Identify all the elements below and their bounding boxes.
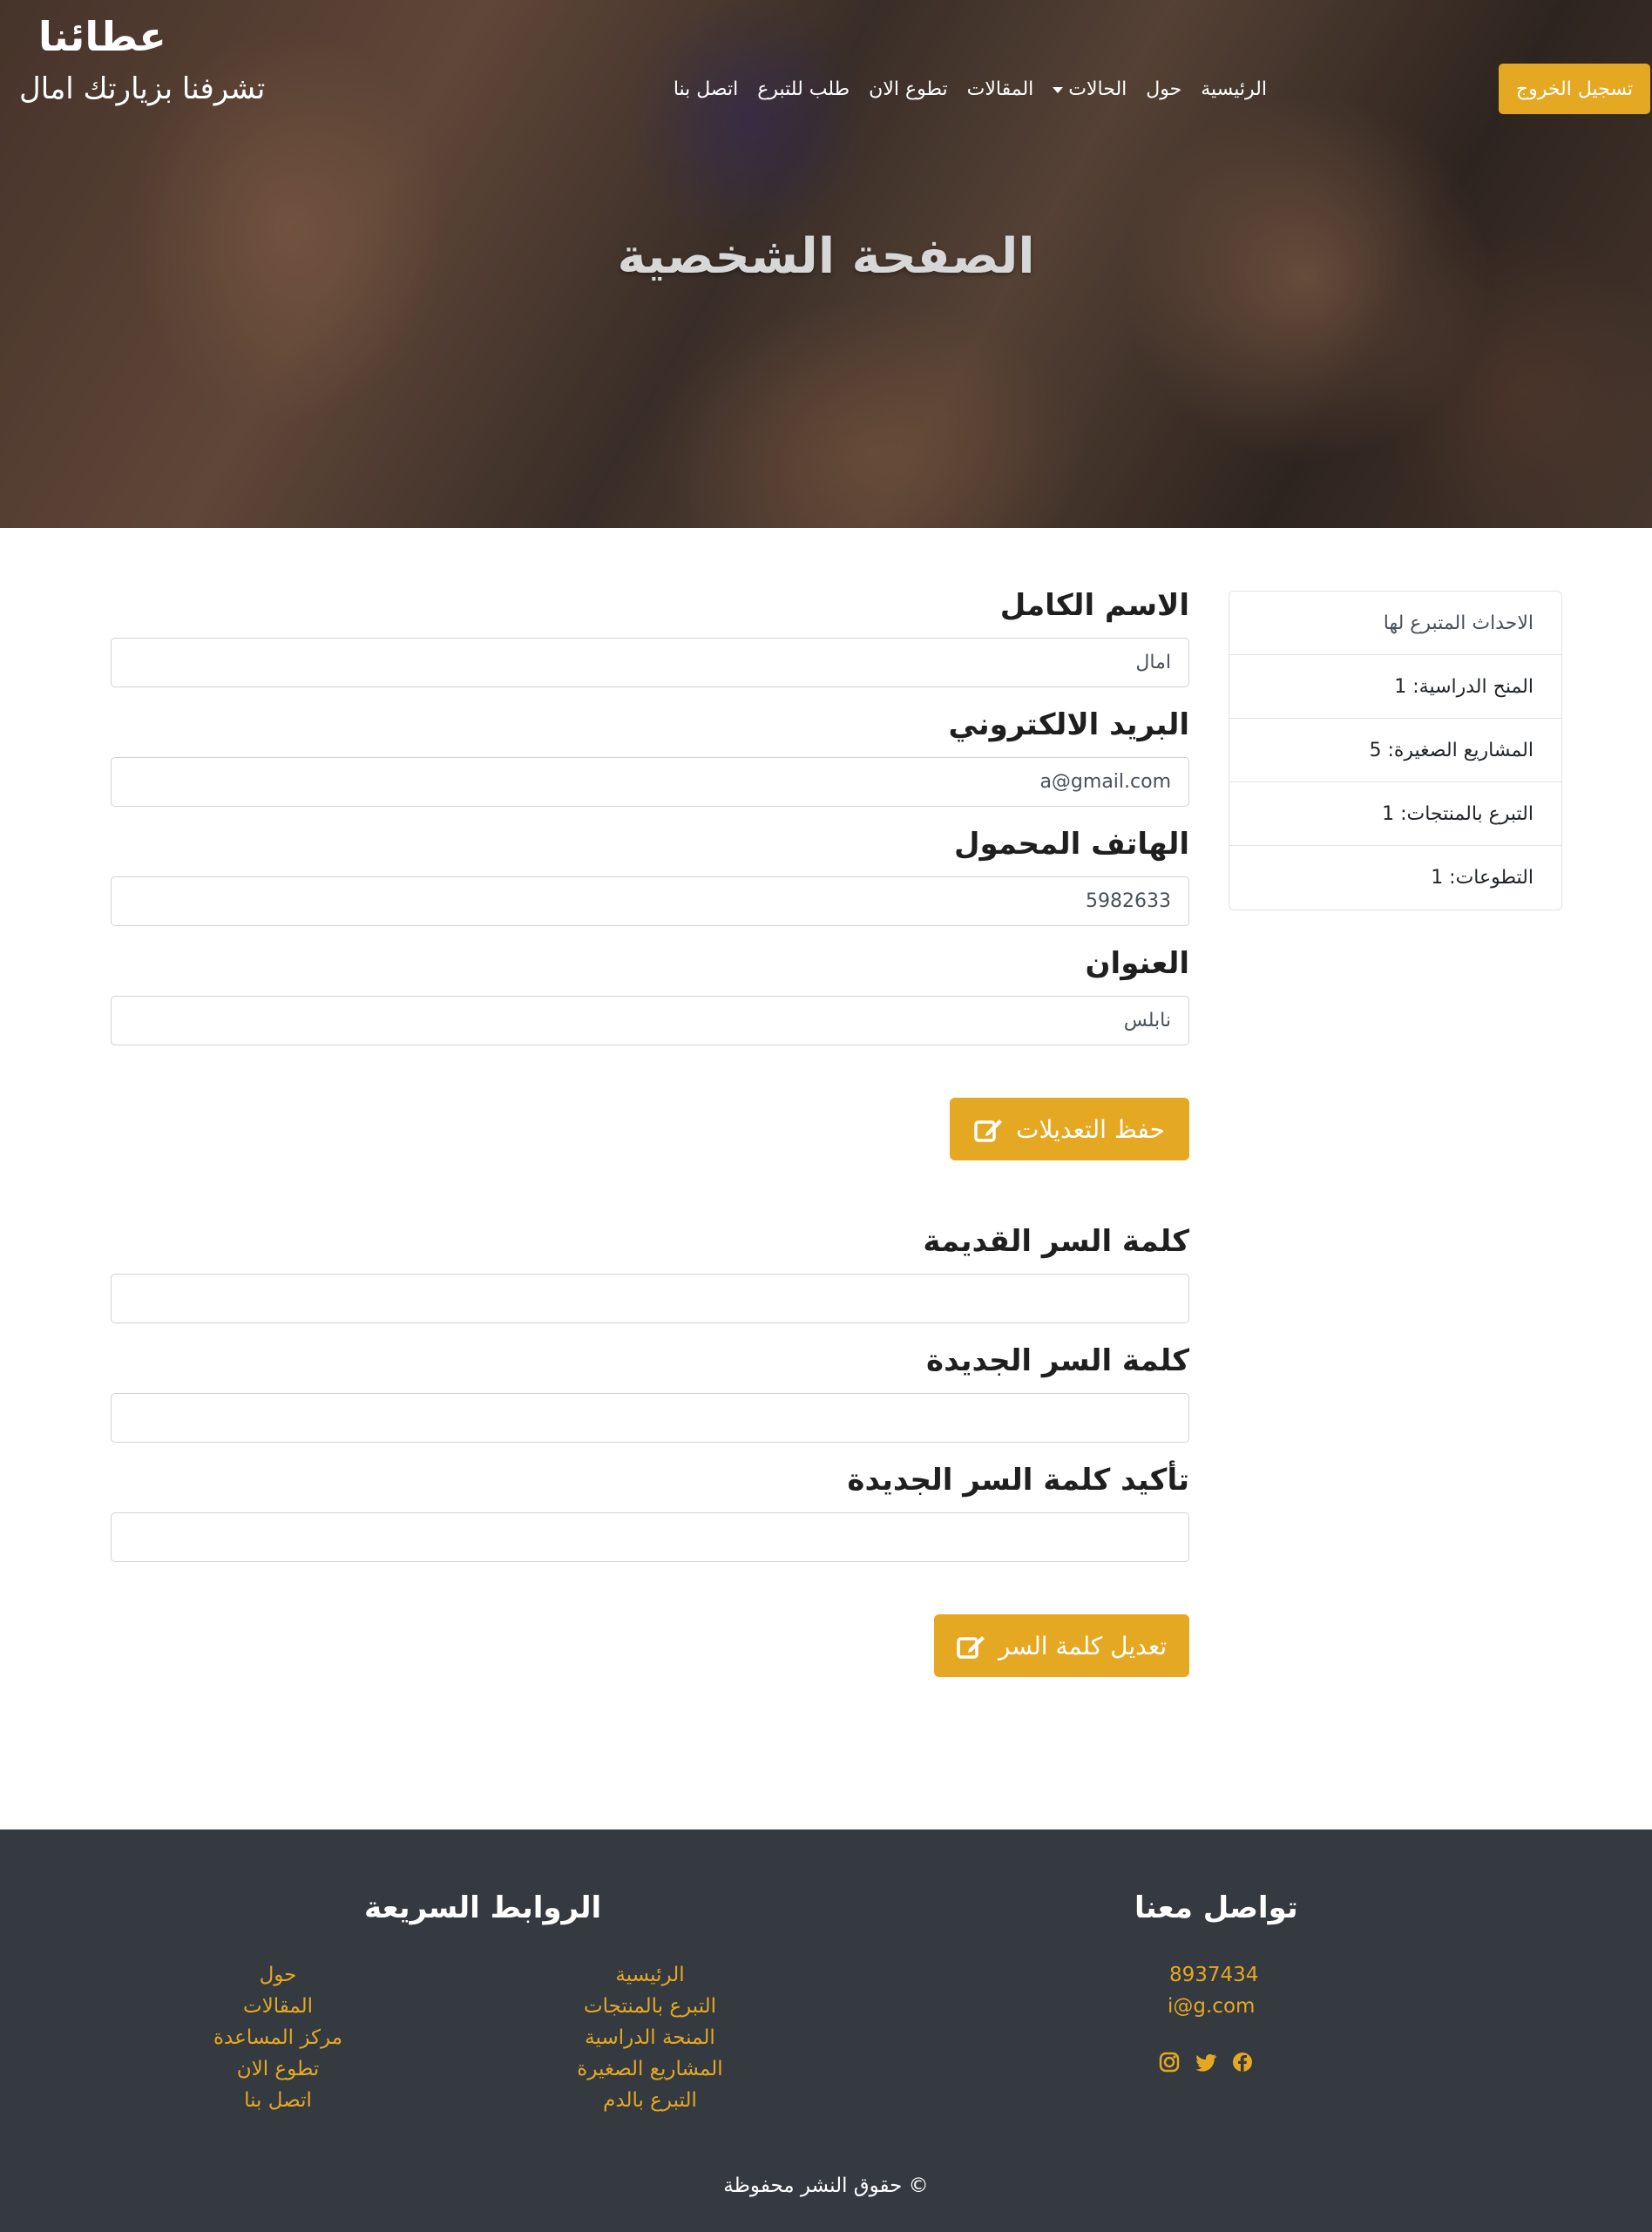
old-password-field[interactable] — [111, 1274, 1189, 1323]
footer-link-scholarship[interactable]: المنحة الدراسية — [563, 2026, 737, 2049]
footer-link-articles[interactable]: المقالات — [191, 1995, 365, 2018]
footer-phone[interactable]: 8937434 — [1169, 1964, 1258, 1986]
change-password-button[interactable]: تعديل كلمة السر — [934, 1614, 1189, 1677]
logout-button[interactable]: تسجيل الخروج — [1499, 64, 1650, 114]
save-changes-label: حفظ التعديلات — [1016, 1114, 1165, 1144]
footer-link-about[interactable]: حول — [191, 1964, 365, 1986]
address-label: العنوان — [1085, 946, 1189, 981]
social-links — [1157, 2050, 1255, 2074]
main-nav: الرئيسية حول الحالات المقالات تطوع الان … — [664, 64, 1276, 116]
save-changes-button[interactable]: حفظ التعديلات — [950, 1098, 1189, 1160]
new-password-field[interactable] — [111, 1393, 1189, 1443]
confirm-password-field[interactable] — [111, 1512, 1189, 1562]
address-field[interactable] — [111, 996, 1189, 1045]
edit-icon — [957, 1636, 985, 1659]
stats-header: الاحداث المتبرع لها — [1229, 592, 1561, 655]
nav-cases-dropdown[interactable]: الحالات — [1043, 64, 1136, 116]
footer-link-product-donation[interactable]: التبرع بالمنتجات — [563, 1995, 737, 2018]
nav-cases-label: الحالات — [1068, 78, 1127, 100]
instagram-icon[interactable] — [1157, 2050, 1181, 2074]
nav-about[interactable]: حول — [1136, 64, 1191, 116]
profile-form: الاسم الكامل البريد الالكتروني الهاتف ال… — [111, 584, 1189, 1677]
donation-stats-card: الاحداث المتبرع لها المنح الدراسية: 1 ال… — [1229, 591, 1562, 910]
stats-scholarships: المنح الدراسية: 1 — [1229, 655, 1561, 719]
footer-email[interactable]: i@g.com — [1168, 1995, 1255, 2018]
edit-icon — [974, 1119, 1003, 1142]
name-field[interactable] — [111, 638, 1189, 687]
copyright-text: © حقوق النشر محفوظة — [723, 2175, 929, 2197]
confirm-password-label: تأكيد كلمة السر الجديدة — [847, 1463, 1189, 1498]
footer-link-contact[interactable]: اتصل بنا — [191, 2089, 365, 2112]
name-label: الاسم الكامل — [999, 588, 1189, 623]
phone-label: الهاتف المحمول — [953, 827, 1189, 862]
footer-link-volunteer[interactable]: تطوع الان — [191, 2058, 365, 2080]
nav-home[interactable]: الرئيسية — [1191, 64, 1276, 116]
new-password-label: كلمة السر الجديدة — [926, 1343, 1189, 1378]
nav-volunteer[interactable]: تطوع الان — [859, 64, 957, 116]
nav-articles[interactable]: المقالات — [958, 64, 1044, 116]
footer-link-small-projects[interactable]: المشاريع الصغيرة — [563, 2058, 737, 2080]
old-password-label: كلمة السر القديمة — [923, 1224, 1189, 1259]
stats-small-projects: المشاريع الصغيرة: 5 — [1229, 719, 1561, 782]
page-title: الصفحة الشخصية — [617, 228, 1035, 285]
facebook-icon[interactable] — [1230, 2050, 1255, 2074]
brand-logo[interactable]: عطائنا — [38, 10, 166, 63]
footer-contact-title: تواصل معنا — [1134, 1890, 1298, 1925]
stats-volunteering: التطوعات: 1 — [1431, 867, 1534, 889]
chevron-down-icon — [1053, 86, 1064, 93]
stats-products: التبرع بالمنتجات: 1 — [1229, 782, 1561, 846]
email-field[interactable] — [111, 757, 1189, 807]
email-label: البريد الالكتروني — [948, 707, 1189, 742]
phone-field[interactable] — [111, 876, 1189, 926]
welcome-message: تشرفنا بزيارتك امال — [19, 71, 266, 106]
footer-link-help-center[interactable]: مركز المساعدة — [191, 2026, 365, 2049]
change-password-label: تعديل كلمة السر — [998, 1631, 1168, 1660]
nav-request-donation[interactable]: طلب للتبرع — [748, 64, 859, 116]
footer-link-blood-donation[interactable]: التبرع بالدم — [563, 2089, 737, 2112]
footer-quick-links-title: الروابط السريعة — [364, 1890, 602, 1925]
twitter-icon[interactable] — [1194, 2050, 1218, 2074]
footer-link-home[interactable]: الرئيسية — [563, 1964, 737, 1986]
nav-contact[interactable]: اتصل بنا — [664, 64, 748, 116]
